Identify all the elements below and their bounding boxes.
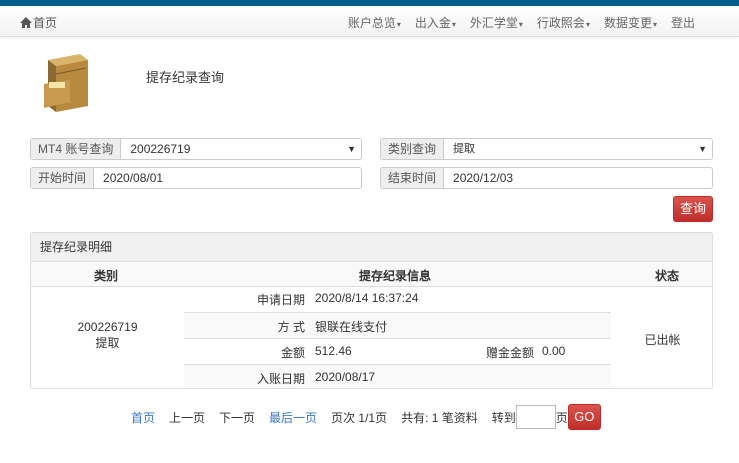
first-page-link[interactable]: 首页 [131, 409, 155, 426]
type-value: 提取 [453, 143, 476, 155]
navbar: 首页 账户总览 出入金 外汇学堂 行政照会 数据变更 登出 [0, 6, 739, 37]
method-value: 银联在线支付 [315, 320, 388, 334]
page-number-input[interactable] [515, 405, 556, 429]
record-status: 已出帐 [644, 333, 681, 347]
start-label: 开始时间 [31, 168, 95, 188]
home-icon [20, 17, 32, 28]
nav-menu-school[interactable]: 外汇学堂 [470, 14, 523, 31]
type-label: 类别查询 [381, 139, 445, 159]
table-header: 类别 提存纪录信息 状态 [31, 262, 712, 287]
method-label: 方 式 [277, 320, 305, 334]
nav-menu-funds[interactable]: 出入金 [415, 14, 456, 31]
page-title: 提存纪录查询 [146, 70, 225, 85]
apply-date-label: 申请日期 [256, 293, 305, 307]
end-date-field[interactable]: 结束时间 2020/12/03 [380, 167, 713, 189]
apply-date-value: 2020/8/14 16:37:24 [315, 291, 419, 305]
panel-title: 提存纪录明细 [31, 233, 712, 262]
amount-label: 金额 [280, 346, 305, 360]
bonus-value: 0.00 [542, 344, 566, 358]
end-label: 结束时间 [381, 168, 445, 188]
account-value: 200226719 [130, 142, 191, 156]
page-unit-label: 页 [555, 410, 568, 425]
account-select[interactable]: MT4 账号查询 200226719 ▼ [30, 138, 362, 160]
total-count: 共有: 1 笔资料 [401, 410, 478, 425]
last-page-link[interactable]: 最后一页 [269, 409, 317, 426]
amount-value: 512.46 [315, 344, 352, 358]
account-label: MT4 账号查询 [31, 139, 122, 159]
chevron-down-icon: ▼ [698, 144, 707, 154]
next-page-link[interactable]: 下一页 [219, 409, 255, 426]
home-label: 首页 [33, 16, 58, 30]
go-button[interactable]: GO [567, 404, 601, 430]
table-row: 200226719 提取 已出帐 申请日期 2020/8/14 16:37:24 … [31, 287, 712, 388]
query-button[interactable]: 查询 [673, 196, 713, 222]
goto-label: 转到 [491, 410, 516, 425]
nav-menu-data[interactable]: 数据变更 [604, 14, 657, 31]
header-info: 提存纪录信息 [359, 269, 432, 283]
nav-logout[interactable]: 登出 [671, 14, 695, 31]
record-type: 提取 [95, 336, 120, 350]
bonus-label: 赠金金额 [486, 346, 535, 360]
page-info: 页次 1/1页 [331, 410, 388, 425]
records-panel: 提存纪录明细 类别 提存纪录信息 状态 200226719 提取 已出帐 申请日… [30, 232, 713, 389]
post-date-value: 2020/08/17 [315, 370, 376, 384]
nav-menu-account[interactable]: 账户总览 [348, 14, 401, 31]
nav-menu-notice[interactable]: 行政照会 [537, 14, 590, 31]
record-account: 200226719 [77, 320, 138, 334]
start-date-field[interactable]: 开始时间 2020/08/01 [30, 167, 362, 189]
type-select[interactable]: 类别查询 提取 ▼ [380, 138, 713, 160]
start-date-input[interactable]: 2020/08/01 [94, 168, 361, 188]
post-date-label: 入账日期 [256, 372, 305, 386]
header-status: 状态 [655, 269, 680, 283]
nav-home-link[interactable]: 首页 [20, 14, 57, 31]
chevron-down-icon: ▼ [347, 144, 356, 154]
prev-page-link[interactable]: 上一页 [169, 409, 205, 426]
header-type: 类别 [94, 269, 119, 283]
end-date-input[interactable]: 2020/12/03 [444, 168, 712, 188]
pagination: 首页 上一页 下一页 最后一页 页次 1/1页 共有: 1 笔资料 转到 页 G… [131, 404, 601, 430]
file-cabinet-icon [44, 54, 88, 112]
